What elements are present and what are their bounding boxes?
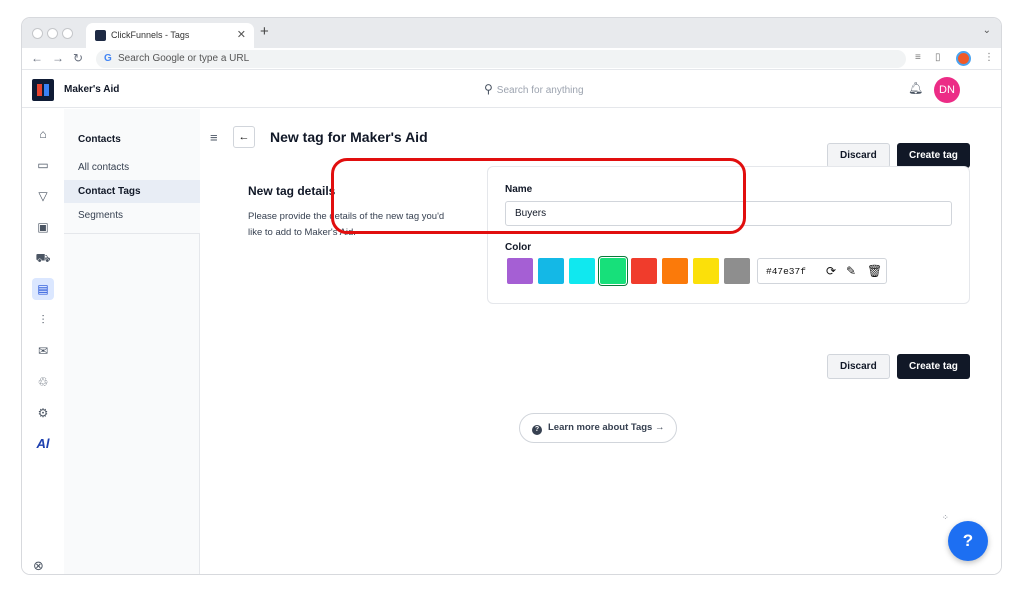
clickfunnels-logo-icon[interactable] — [32, 79, 54, 101]
search-icon: ⚲ — [484, 82, 493, 96]
color-swatch-blue[interactable] — [538, 258, 564, 284]
hex-color-value[interactable]: #47e37f — [766, 266, 806, 277]
tab-close-icon[interactable]: ✕ — [237, 28, 246, 41]
email-icon[interactable]: ✉ — [32, 340, 54, 362]
subnav-title: Contacts — [78, 134, 121, 145]
analytics-icon[interactable]: ⫶ — [32, 309, 54, 331]
refresh-icon[interactable]: ⟳ — [826, 264, 836, 278]
contacts-subnav: Contacts All contacts Contact Tags Segme… — [64, 109, 200, 574]
reading-list-icon[interactable]: ≡ — [915, 52, 921, 63]
home-icon[interactable]: ⌂ — [32, 123, 54, 145]
subnav-item-segments[interactable]: Segments — [64, 204, 200, 227]
pages-icon[interactable]: ▭ — [32, 154, 54, 176]
growth-icon[interactable]: ♲ — [32, 371, 54, 393]
menu-toggle-icon[interactable]: ≡ — [210, 130, 218, 145]
help-circle-icon: ? — [532, 425, 542, 435]
chat-support-icon[interactable]: ? — [948, 521, 988, 561]
create-tag-button-bottom[interactable]: Create tag — [897, 354, 970, 379]
forward-arrow-icon[interactable]: → — [52, 51, 64, 65]
reload-icon[interactable]: ↻ — [73, 51, 83, 65]
avatar[interactable]: DN — [934, 77, 960, 103]
contacts-subnav-card: Contacts All contacts Contact Tags Segme… — [64, 109, 200, 234]
tab-list-chevron-icon[interactable]: ⌄ — [983, 25, 991, 36]
discard-button-bottom[interactable]: Discard — [827, 354, 890, 379]
arrow-left-icon: ← — [238, 131, 250, 143]
drag-dots-icon: ⁘ — [942, 513, 949, 522]
color-swatch-cyan[interactable] — [569, 258, 595, 284]
clickfunnels-favicon-icon — [95, 30, 106, 41]
bell-icon[interactable]: 🔔︎ — [908, 81, 923, 95]
lifebuoy-icon[interactable]: ⊗ — [33, 558, 44, 574]
color-label: Color — [505, 242, 532, 253]
window-maximize-dot[interactable] — [62, 28, 73, 39]
hex-color-field[interactable]: #47e37f ⟳ ✎ 🗑︎ — [757, 258, 887, 284]
orders-icon[interactable]: ▣ — [32, 216, 54, 238]
back-button[interactable]: ← — [233, 126, 255, 148]
back-arrow-icon[interactable]: ← — [31, 51, 43, 65]
left-rail: ⌂ ▭ ▽ ▣ ⛟ ▤ ⫶ ✉ ♲ ⚙ Al ⊗ — [22, 109, 64, 574]
window-close-dot[interactable] — [32, 28, 43, 39]
subnav-item-all-contacts[interactable]: All contacts — [64, 156, 200, 179]
contacts-icon[interactable]: ▤ — [32, 278, 54, 300]
color-swatch-purple[interactable] — [507, 258, 533, 284]
extension-icon[interactable] — [958, 53, 969, 64]
global-search-placeholder: Search for anything — [496, 85, 584, 96]
color-swatch-red[interactable] — [631, 258, 657, 284]
google-icon: G — [104, 53, 112, 64]
section-description: Please provide the details of the new ta… — [248, 211, 445, 238]
main-content: ≡ ← New tag for Maker's Aid Discard Crea… — [200, 109, 1001, 574]
color-swatch-gray[interactable] — [724, 258, 750, 284]
browser-toolbar: ← → ↻ G Search Google or type a URL ≡ ▯ … — [22, 48, 1001, 70]
color-swatch-orange[interactable] — [662, 258, 688, 284]
gear-icon[interactable]: ⚙ — [32, 402, 54, 424]
learn-more-label: Learn more about Tags — [548, 422, 653, 433]
color-swatch-green[interactable] — [600, 258, 626, 284]
arrow-right-icon: → — [654, 422, 665, 433]
window-minimize-dot[interactable] — [47, 28, 58, 39]
page-title: New tag for Maker's Aid — [270, 129, 428, 145]
app-header: Maker's Aid ⚲ Search for anything 🔔︎ DN — [22, 71, 1001, 108]
color-swatch-yellow[interactable] — [693, 258, 719, 284]
pencil-icon[interactable]: ✎ — [846, 264, 856, 278]
address-bar[interactable]: G Search Google or type a URL — [96, 50, 906, 68]
address-bar-placeholder: Search Google or type a URL — [118, 53, 250, 64]
learn-more-button[interactable]: ? Learn more about Tags → — [519, 413, 678, 443]
trash-icon[interactable]: 🗑︎ — [867, 264, 882, 278]
tag-form-card: Name Color #47e37f ⟳ ✎ 🗑︎ — [487, 166, 970, 304]
cart-icon[interactable]: ⛟ — [32, 247, 54, 269]
tag-name-input[interactable] — [505, 201, 952, 226]
new-tab-icon[interactable]: + — [260, 23, 269, 40]
workspace-name[interactable]: Maker's Aid — [64, 84, 119, 95]
create-tag-button-top[interactable]: Create tag — [897, 143, 970, 168]
browser-menu-icon[interactable]: ⋮ — [984, 52, 994, 63]
global-search[interactable]: ⚲ Search for anything — [484, 82, 584, 96]
funnel-icon[interactable]: ▽ — [32, 185, 54, 207]
section-title: New tag details — [248, 184, 336, 198]
side-panel-icon[interactable]: ▯ — [935, 52, 941, 63]
name-label: Name — [505, 184, 533, 195]
discard-button-top[interactable]: Discard — [827, 143, 890, 168]
browser-tab-title: ClickFunnels - Tags — [111, 30, 190, 40]
browser-window: ClickFunnels - Tags ✕ + ⌄ ← → ↻ G Search… — [22, 18, 1001, 574]
browser-tab[interactable]: ClickFunnels - Tags ✕ — [86, 23, 254, 48]
subnav-item-contact-tags[interactable]: Contact Tags — [64, 180, 200, 203]
tab-strip: ClickFunnels - Tags ✕ + ⌄ — [22, 18, 1001, 48]
ai-icon[interactable]: Al — [32, 433, 54, 455]
